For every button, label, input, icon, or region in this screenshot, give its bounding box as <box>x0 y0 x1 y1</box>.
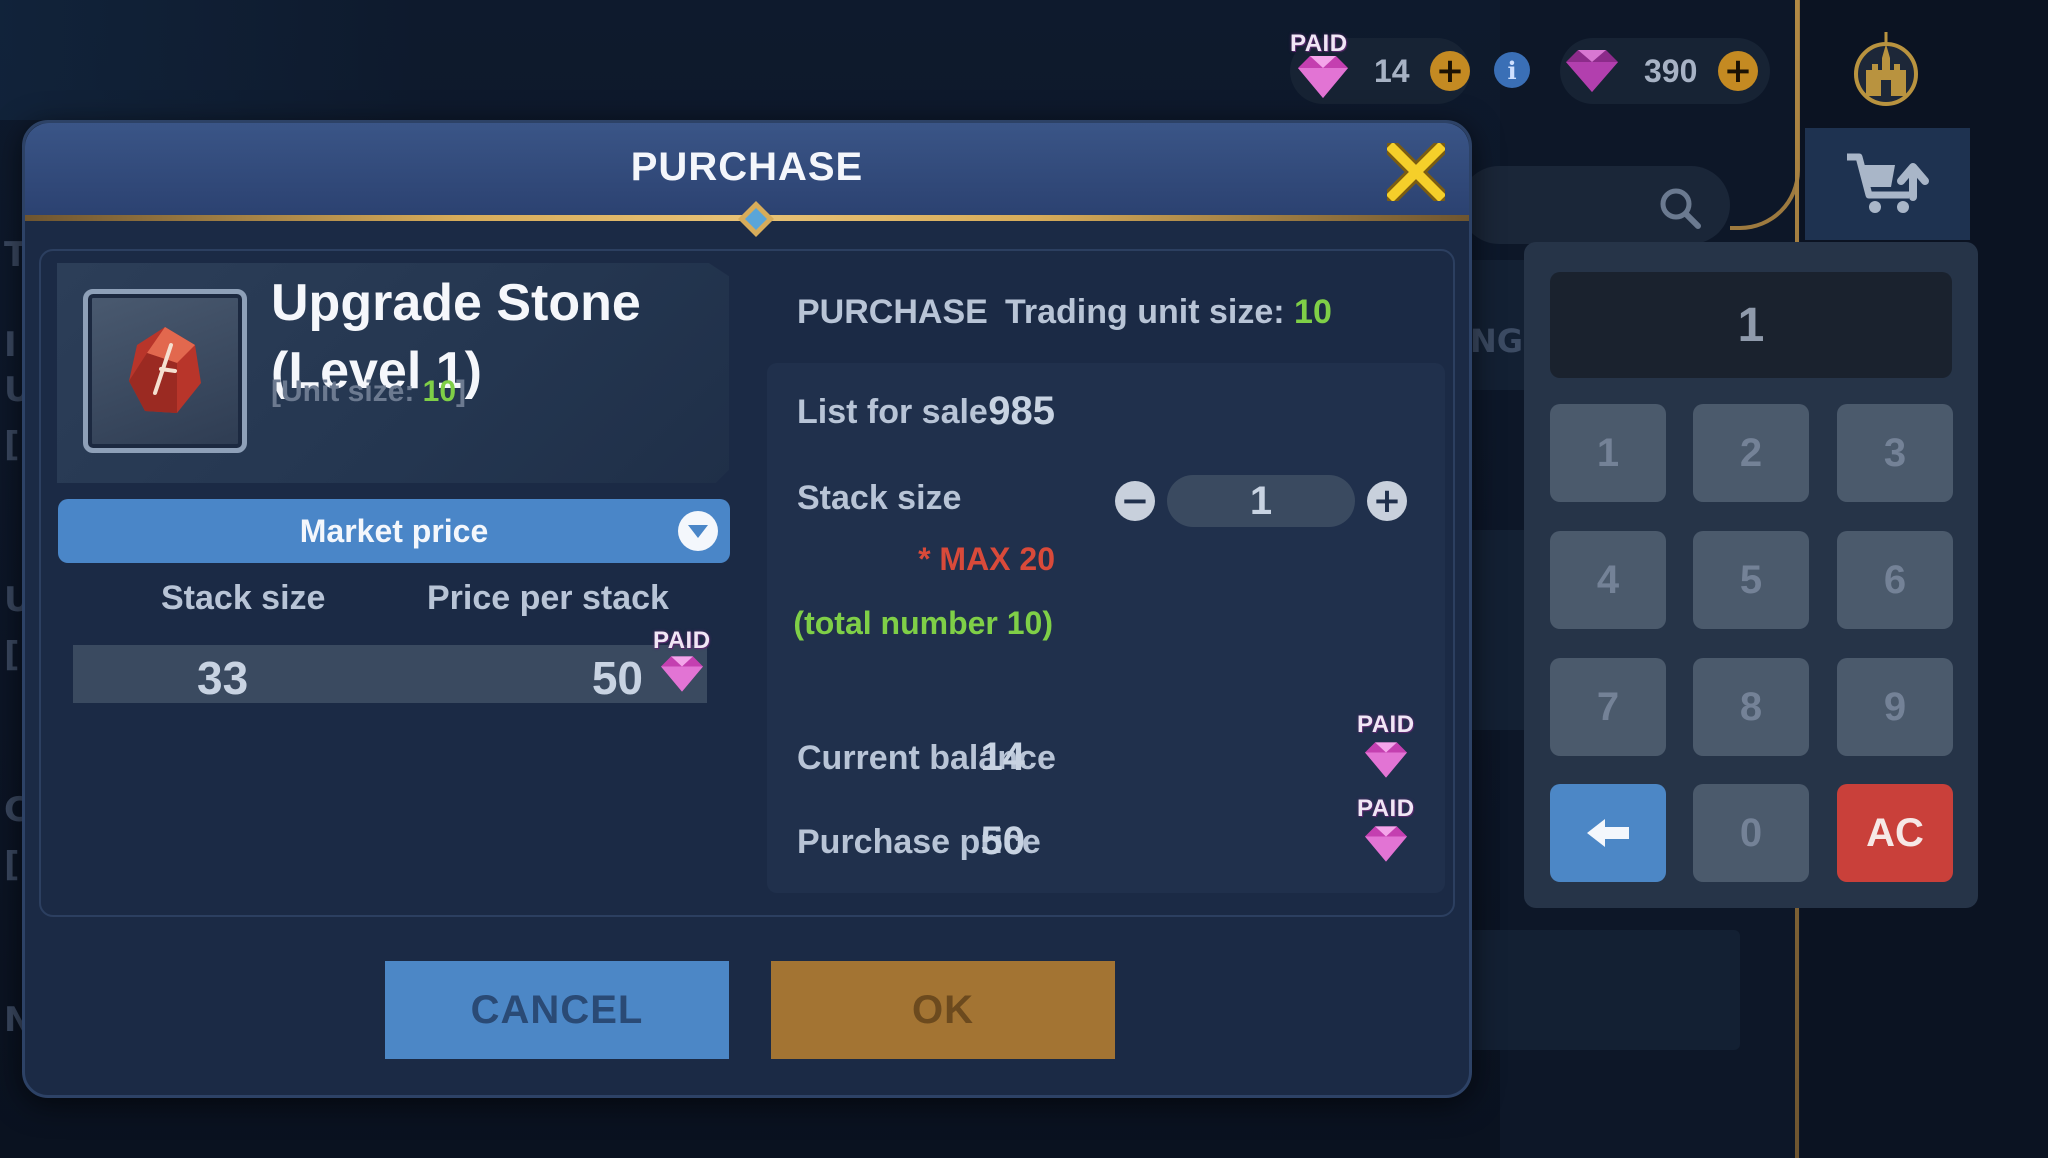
current-balance-value: 14 <box>980 735 1026 779</box>
price-mode-selected: Market price <box>299 512 489 549</box>
ok-button[interactable]: OK <box>771 961 1115 1059</box>
numpad-backspace-button[interactable] <box>1550 784 1666 882</box>
paid-gem-icon <box>1298 56 1348 98</box>
upgrade-stone-icon <box>129 327 201 413</box>
chevron-down-icon <box>678 511 718 551</box>
paid-label: PAID <box>653 627 711 654</box>
paid-label: PAID <box>1357 795 1415 822</box>
background-band <box>0 0 420 120</box>
trading-unit-size: Trading unit size: 10 <box>1005 293 1332 331</box>
numpad-key-4[interactable]: 4 <box>1550 531 1666 629</box>
purchase-price-value: 50 <box>980 819 1026 863</box>
price-mode-dropdown[interactable]: Market price <box>58 499 730 563</box>
total-number-note: (total number 10) <box>793 605 1053 641</box>
castle-icon[interactable] <box>1852 30 1920 106</box>
purchase-section-label: PURCHASE <box>797 293 988 331</box>
item-unit-size-value: 10 <box>422 375 457 408</box>
header-diamond-ornament <box>738 201 774 237</box>
cart-tab[interactable] <box>1805 128 1970 240</box>
listing-stack-size: 33 <box>197 652 249 704</box>
add-gems-button[interactable]: + <box>1718 51 1758 91</box>
numpad-key-8[interactable]: 8 <box>1693 658 1809 756</box>
numpad-key-1[interactable]: 1 <box>1550 404 1666 502</box>
paid-gem-icon <box>661 656 703 692</box>
cart-upload-icon <box>1846 153 1929 213</box>
dialog-title: PURCHASE <box>630 145 864 189</box>
background-gold-frame <box>1730 0 1800 230</box>
numpad-key-6[interactable]: 6 <box>1837 531 1953 629</box>
info-button[interactable]: i <box>1494 52 1530 88</box>
add-paid-gems-button[interactable]: + <box>1430 51 1470 91</box>
list-for-sale-label: List for sale <box>797 393 988 431</box>
numpad-key-0[interactable]: 0 <box>1693 784 1809 882</box>
stack-size-label: Stack size <box>797 479 962 517</box>
purchase-dialog: PURCHASE Upgrade Stone (Level 1) [Unit s… <box>22 120 1472 1098</box>
item-icon-frame <box>83 289 247 453</box>
close-x-icon <box>1387 143 1445 201</box>
listing-price: 50 <box>591 652 643 704</box>
numpad-key-7[interactable]: 7 <box>1550 658 1666 756</box>
numpad-clear-button[interactable]: AC <box>1837 784 1953 882</box>
gem-icon <box>1566 50 1618 92</box>
price-per-stack-header: Price per stack <box>427 579 669 617</box>
gem-amount: 390 <box>1644 52 1698 89</box>
decrease-stack-button[interactable]: − <box>1115 481 1155 521</box>
numpad-key-2[interactable]: 2 <box>1693 404 1809 502</box>
backspace-arrow-icon <box>1587 819 1629 847</box>
background-tab-label: NG <box>1470 322 1524 360</box>
list-for-sale-value: 985 <box>988 389 1055 433</box>
numpad-key-3[interactable]: 3 <box>1837 404 1953 502</box>
trading-unit-size-value: 10 <box>1294 293 1332 331</box>
cancel-button[interactable]: CANCEL <box>385 961 729 1059</box>
search-icon <box>1660 188 1701 229</box>
max-stack-note: * MAX 20 <box>918 541 1055 577</box>
stack-size-input[interactable]: 1 <box>1167 475 1355 527</box>
close-button[interactable] <box>1385 141 1447 203</box>
paid-label: PAID <box>1357 711 1415 738</box>
paid-gem-icon <box>1365 742 1407 778</box>
increase-stack-button[interactable]: + <box>1367 481 1407 521</box>
listing-row[interactable]: 33 50 <box>73 645 707 704</box>
numpad-display: 1 <box>1550 272 1952 378</box>
paid-gem-icon <box>1365 826 1407 862</box>
paid-gem-amount: 14 <box>1374 52 1410 89</box>
numpad-key-5[interactable]: 5 <box>1693 531 1809 629</box>
paid-label: PAID <box>1290 30 1348 57</box>
item-unit-size: [Unit size: 10] <box>271 375 467 408</box>
numpad-key-9[interactable]: 9 <box>1837 658 1953 756</box>
stack-size-header: Stack size <box>161 579 326 617</box>
